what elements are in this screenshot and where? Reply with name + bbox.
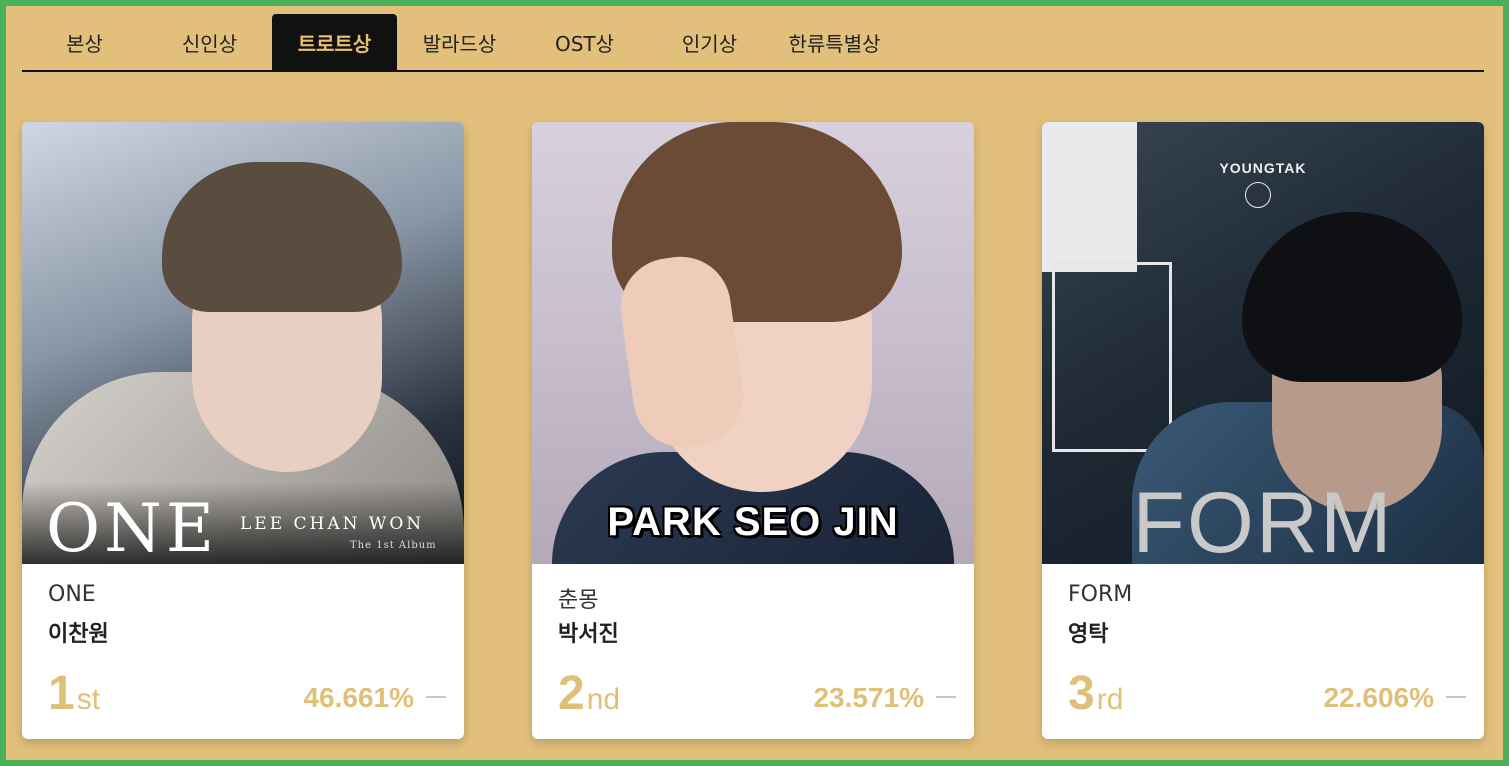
tab-ballad-award[interactable]: 발라드상 [397, 14, 522, 70]
album-title: ONE [48, 582, 96, 607]
rank-value: 3 [1068, 667, 1095, 720]
album-title: 춘몽 [558, 588, 599, 613]
artist-name: 이찬원 [48, 622, 109, 647]
rank-row: 2nd 23.571% [558, 664, 956, 724]
tab-main-award[interactable]: 본상 [22, 14, 147, 70]
rank-change-icon [936, 696, 956, 698]
album-cover-image[interactable]: ONE LEE CHAN WON The 1st Album [22, 122, 464, 564]
rank-change-icon [1446, 696, 1466, 698]
cover-backdrop-panel [1042, 122, 1137, 272]
card-info: FORM 영탁 [1068, 582, 1468, 650]
album-title: FORM [1068, 582, 1133, 607]
album-cover-image[interactable]: PARK SEO JIN [532, 122, 974, 564]
cover-subtitle: The 1st Album [350, 540, 437, 551]
tab-popularity-award[interactable]: 인기상 [647, 14, 772, 70]
rank-value: 2 [558, 667, 585, 720]
cover-figure-hair [1242, 212, 1462, 382]
vote-percentage: 22.606% [1323, 682, 1434, 713]
ranking-card-3[interactable]: YOUNGTAK FORM FORM 영탁 3rd 22.606% [1042, 122, 1484, 739]
card-info: ONE 이찬원 [48, 582, 448, 650]
ranking-card-2[interactable]: PARK SEO JIN 춘몽 박서진 2nd 23.571% [532, 122, 974, 739]
rank-value: 1 [48, 667, 75, 720]
tab-hallyu-special-award[interactable]: 한류특별상 [772, 14, 897, 70]
card-info: 춘몽 박서진 [558, 582, 958, 650]
cover-title: PARK SEO JIN [607, 500, 899, 544]
artist-name: 영탁 [1068, 622, 1109, 647]
cover-title: ONE [46, 490, 219, 564]
rank-suffix: rd [1096, 683, 1124, 716]
rank-row: 1st 46.661% [48, 664, 446, 724]
tab-ost-award[interactable]: OST상 [522, 14, 647, 70]
cover-figure-hair [162, 162, 402, 312]
rank-suffix: nd [586, 683, 621, 716]
rank-number: 3rd [1068, 670, 1123, 718]
cover-title: FORM [1132, 475, 1394, 564]
tab-rookie-award[interactable]: 신인상 [147, 14, 272, 70]
artist-name: 박서진 [558, 622, 619, 647]
rank-row: 3rd 22.606% [1068, 664, 1466, 724]
rank-number: 2nd [558, 670, 620, 718]
vote-percentage: 46.661% [303, 682, 414, 713]
cover-artist-name: LEE CHAN WON [240, 514, 425, 534]
cover-brand: YOUNGTAK [1219, 160, 1307, 176]
tab-trot-award[interactable]: 트로트상 [272, 14, 397, 70]
award-category-tabs: 본상 신인상 트로트상 발라드상 OST상 인기상 한류특별상 [22, 14, 1484, 72]
cover-emblem-icon [1245, 182, 1271, 208]
rank-change-icon [426, 696, 446, 698]
album-cover-image[interactable]: YOUNGTAK FORM [1042, 122, 1484, 564]
rank-suffix: st [76, 683, 101, 716]
ranking-card-1[interactable]: ONE LEE CHAN WON The 1st Album ONE 이찬원 1… [22, 122, 464, 739]
rank-number: 1st [48, 670, 100, 718]
cover-picture-frame [1052, 262, 1172, 452]
vote-percentage: 23.571% [813, 682, 924, 713]
